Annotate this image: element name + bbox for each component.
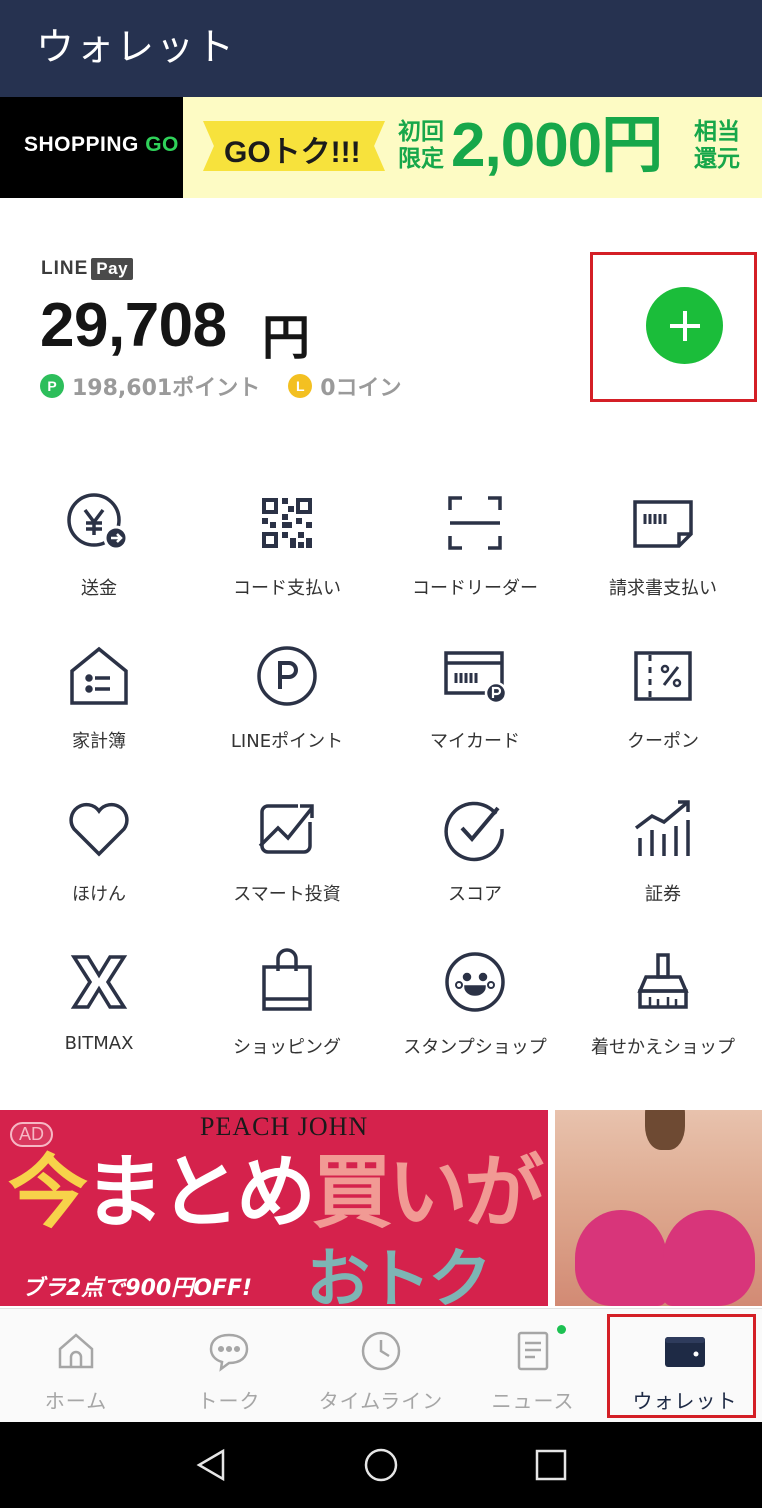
balance-unit: 円: [262, 310, 311, 366]
coupon-icon: [628, 641, 698, 711]
menu-label: 送金: [81, 578, 117, 599]
code-reader-icon: [440, 488, 510, 558]
menu-line-point[interactable]: LINEポイント: [193, 623, 381, 773]
tab-label: トーク: [197, 1389, 261, 1413]
menu-label: ほけん: [72, 884, 126, 905]
highlight-frame-wallet-tab: [607, 1314, 756, 1418]
wallet-screen: ウォレット SHOPPING GO GOトク!!! 初回限定 2,000円 相当…: [0, 0, 762, 1508]
menu-my-card[interactable]: マイカード: [381, 623, 569, 773]
recents-icon[interactable]: [533, 1447, 569, 1483]
news-notification-dot: [557, 1325, 566, 1334]
coin-badge-icon: L: [288, 374, 313, 398]
qr-code-icon: [252, 488, 322, 558]
ad-offer: ブラ2点で900円OFF!: [22, 1276, 253, 1301]
menu-label: コード支払い: [233, 578, 341, 599]
tab-timeline[interactable]: タイムライン: [305, 1309, 457, 1423]
household-book-icon: [64, 641, 134, 711]
brand-shopping: SHOPPING: [24, 133, 139, 156]
menu-insurance[interactable]: ほけん: [5, 776, 193, 926]
stamp-shop-icon: [440, 947, 510, 1017]
menu-bitmax[interactable]: BITMAX: [5, 929, 193, 1079]
home-circle-icon[interactable]: [363, 1447, 399, 1483]
menu-label: スタンプショップ: [403, 1037, 547, 1058]
menu-code-reader[interactable]: コードリーダー: [381, 470, 569, 620]
menu-label: LINEポイント: [230, 731, 344, 752]
points-value[interactable]: 198,601ポイント: [72, 370, 260, 402]
promo-note-left: 初回限定: [398, 119, 444, 172]
chat-icon: [207, 1329, 251, 1373]
menu-label: BITMAX: [64, 1033, 134, 1054]
tab-news[interactable]: ニュース: [457, 1309, 609, 1423]
menu-household-book[interactable]: 家計簿: [5, 623, 193, 773]
promo-note-right: 相当還元: [694, 119, 740, 172]
logo-pay: Pay: [91, 258, 134, 280]
menu-label: 証券: [645, 884, 681, 905]
tab-label: タイムライン: [318, 1389, 444, 1413]
heart-icon: [64, 794, 134, 864]
tab-label: ニュース: [491, 1389, 575, 1413]
menu-stamp-shop[interactable]: スタンプショップ: [381, 929, 569, 1079]
bitmax-icon: [64, 947, 134, 1017]
app-header: ウォレット: [0, 0, 762, 97]
ad-headline: 今まとめ買いが: [8, 1146, 544, 1239]
menu-label: スマート投資: [233, 884, 341, 905]
send-money-icon: [64, 488, 134, 558]
score-icon: [440, 794, 510, 864]
my-card-icon: [440, 641, 510, 711]
invoice-icon: [628, 488, 698, 558]
brand-go: GO: [145, 133, 179, 156]
menu-code-payment[interactable]: コード支払い: [193, 470, 381, 620]
menu-securities[interactable]: 証券: [569, 776, 757, 926]
menu-label: マイカード: [430, 731, 520, 752]
promo-banner[interactable]: SHOPPING GO GOトク!!! 初回限定 2,000円 相当還元: [0, 97, 762, 198]
line-point-badge-icon: P: [40, 374, 64, 398]
menu-label: ショッピング: [233, 1037, 341, 1058]
menu-send-money[interactable]: 送金: [5, 470, 193, 620]
points-row: P 198,601ポイント L 0コイン: [40, 370, 402, 402]
menu-label: 家計簿: [72, 731, 126, 752]
smart-invest-icon: [252, 794, 322, 864]
securities-icon: [628, 794, 698, 864]
add-funds-button[interactable]: [646, 287, 723, 364]
system-navigation-bar: [0, 1422, 762, 1508]
theme-shop-icon: [628, 947, 698, 1017]
tab-home[interactable]: ホーム: [0, 1309, 152, 1423]
promo-amount: 2,000円: [451, 111, 663, 180]
tab-talk[interactable]: トーク: [153, 1309, 305, 1423]
menu-invoice-payment[interactable]: 請求書支払い: [569, 470, 757, 620]
ad-subline: おトク: [306, 1243, 492, 1306]
page-title: ウォレット: [36, 25, 237, 69]
ad-badge: AD: [10, 1122, 54, 1147]
line-point-icon: [252, 641, 322, 711]
ad-banner[interactable]: AD PEACH JOHN 今まとめ買いが おトク ブラ2点で900円OFF!: [0, 1110, 762, 1308]
clock-icon: [359, 1329, 403, 1373]
menu-label: コードリーダー: [412, 578, 538, 599]
line-pay-logo: LINE Pay: [41, 258, 134, 280]
shopping-bag-icon: [252, 947, 322, 1017]
menu-theme-shop[interactable]: 着せかえショップ: [569, 929, 757, 1079]
menu-label: クーポン: [627, 731, 699, 752]
tab-label: ホーム: [44, 1389, 108, 1413]
logo-line: LINE: [41, 258, 89, 279]
balance-amount[interactable]: 29,708: [40, 290, 227, 361]
home-icon: [54, 1329, 98, 1373]
ad-model-photo: [555, 1110, 762, 1306]
menu-coupon[interactable]: クーポン: [569, 623, 757, 773]
ad-creative: AD PEACH JOHN 今まとめ買いが おトク ブラ2点で900円OFF!: [0, 1110, 548, 1306]
menu-score[interactable]: スコア: [381, 776, 569, 926]
promo-tag: GOトク!!!: [224, 136, 361, 169]
coins-value[interactable]: 0コイン: [320, 370, 401, 402]
shopping-go-logo: SHOPPING GO: [0, 97, 183, 198]
back-icon[interactable]: [193, 1447, 229, 1483]
menu-smart-invest[interactable]: スマート投資: [193, 776, 381, 926]
menu-shopping[interactable]: ショッピング: [193, 929, 381, 1079]
ad-brand: PEACH JOHN: [200, 1112, 369, 1141]
menu-label: 着せかえショップ: [591, 1037, 735, 1058]
news-icon: [511, 1329, 555, 1373]
menu-label: 請求書支払い: [609, 578, 717, 599]
menu-label: スコア: [448, 884, 502, 905]
